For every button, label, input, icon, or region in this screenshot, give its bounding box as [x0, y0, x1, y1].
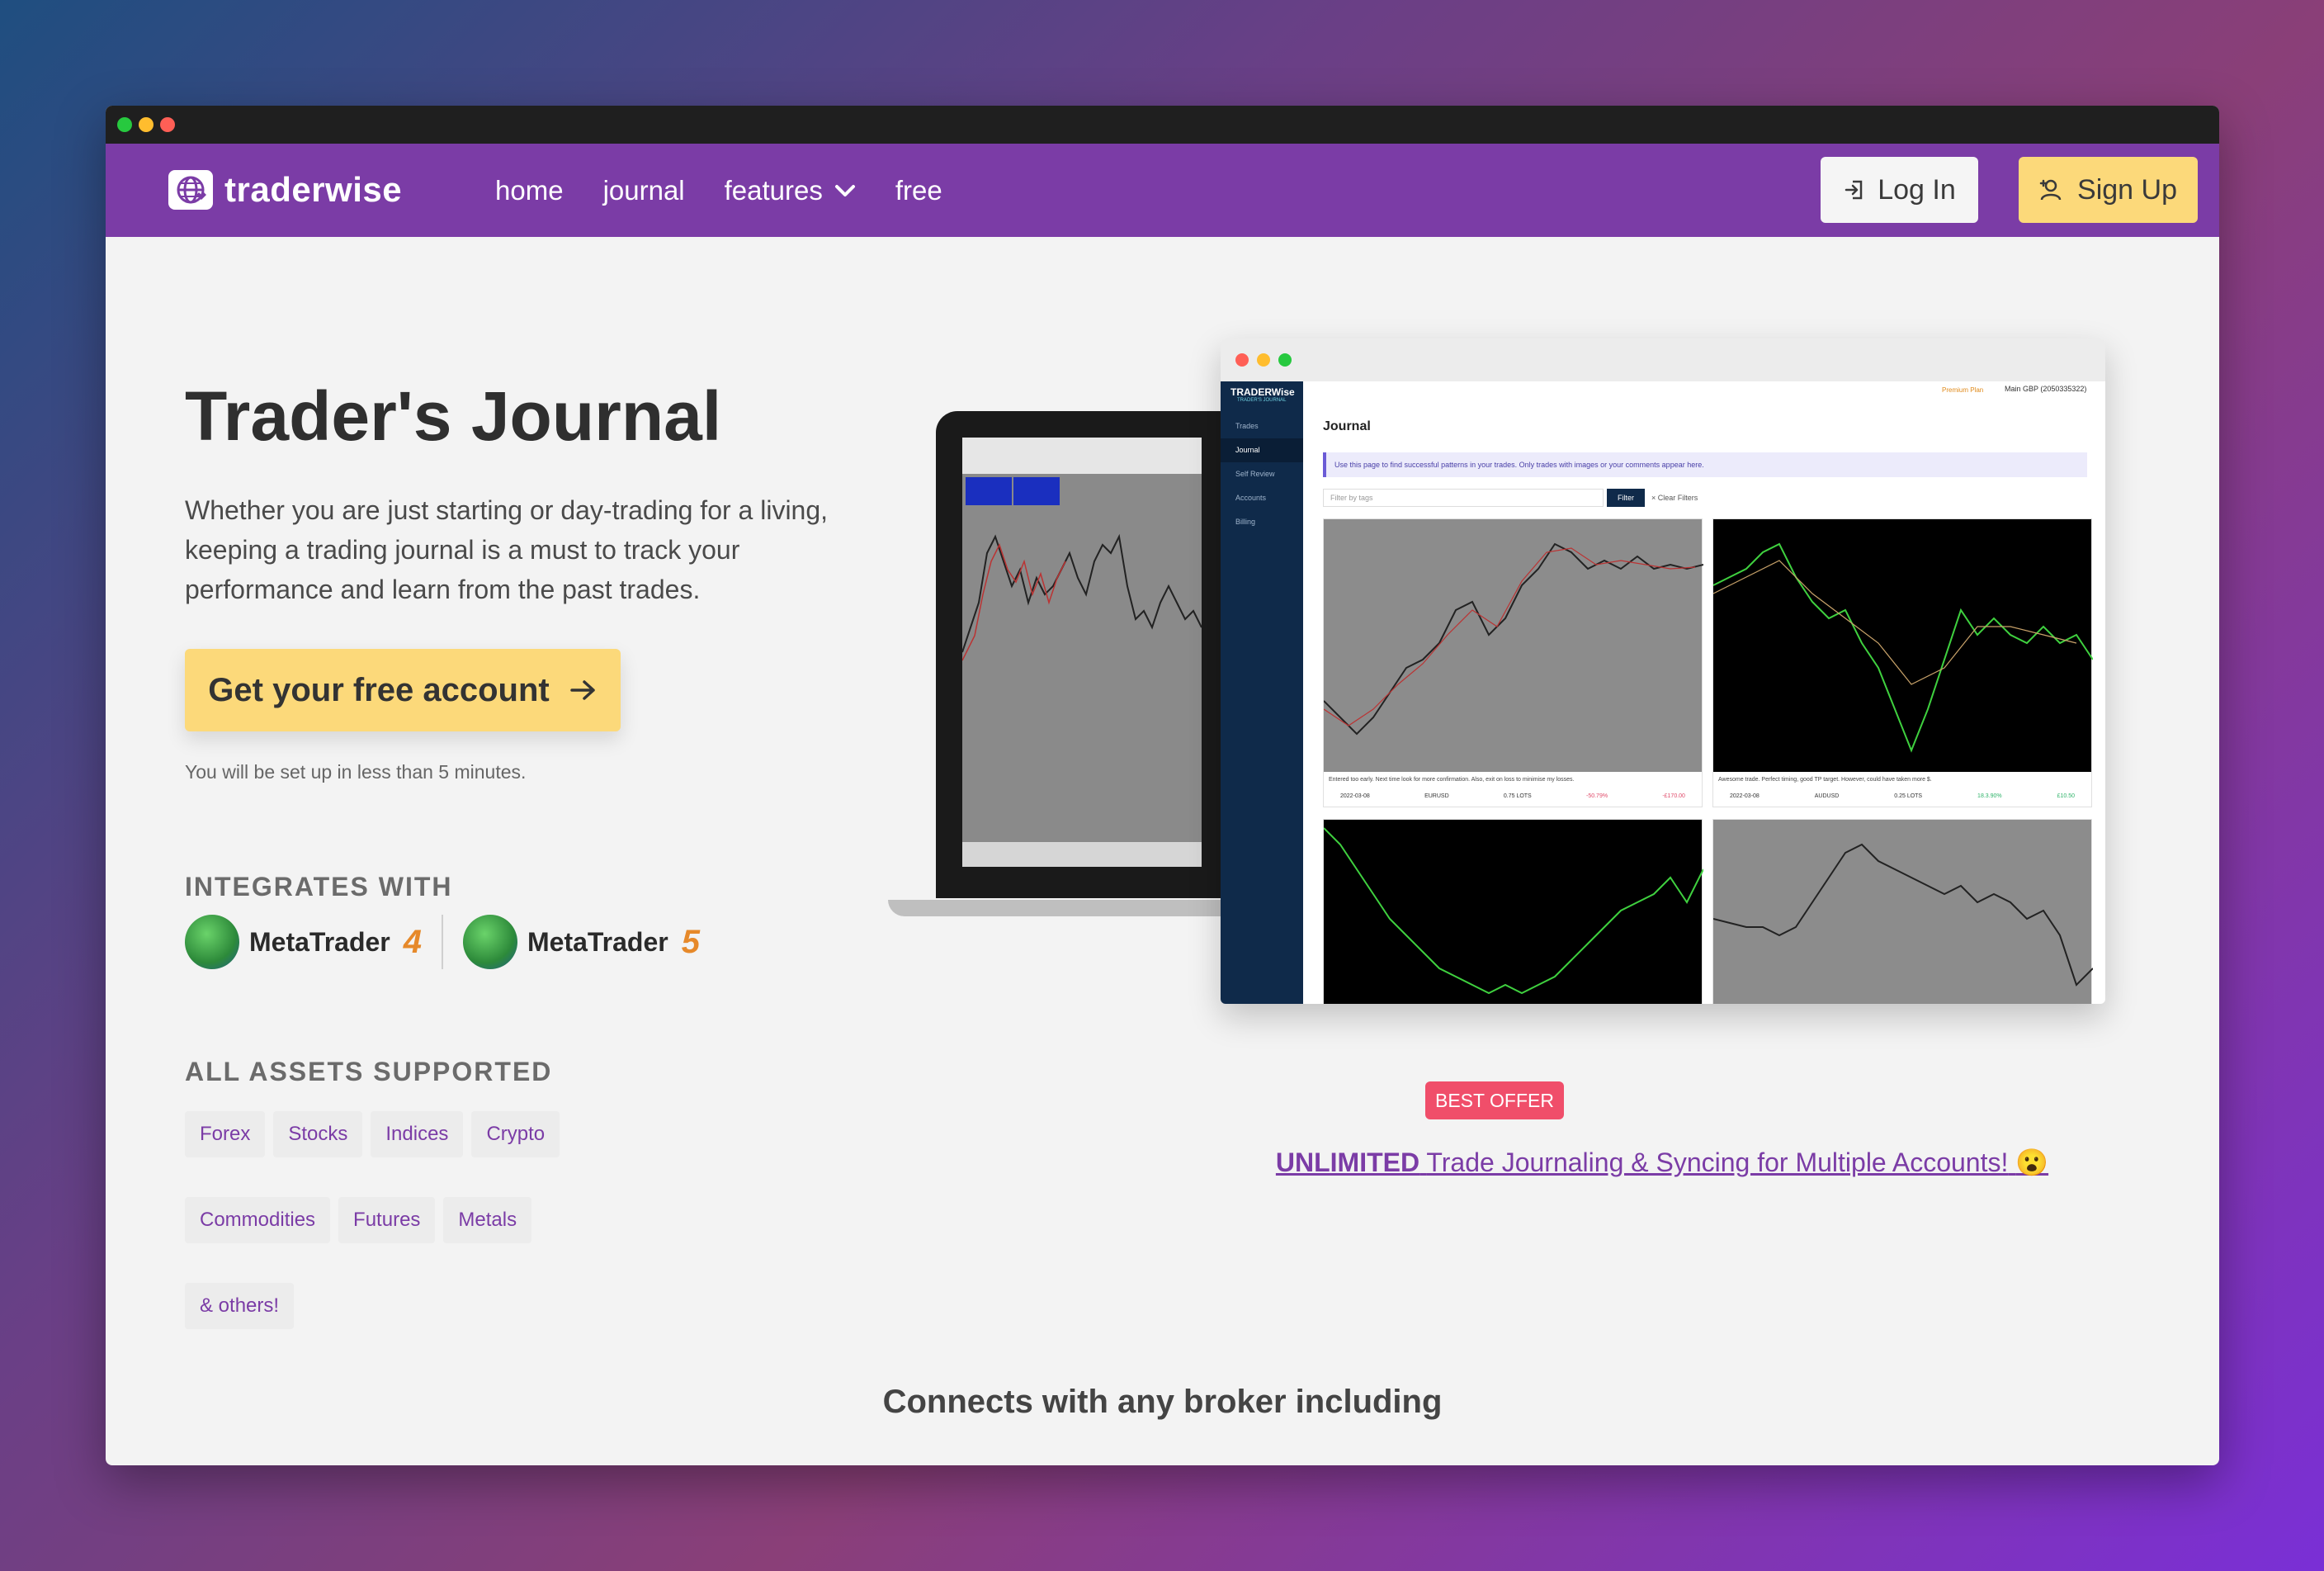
- get-free-account-button[interactable]: Get your free account: [185, 649, 621, 731]
- metatrader-globe-icon: [185, 915, 239, 969]
- app-preview-sidebar: TRADERWise TRADER'S JOURNAL Trades Journ…: [1221, 381, 1303, 1004]
- user-plus-icon: [2039, 179, 2062, 201]
- journal-card-pct: 18.3.90%: [1977, 793, 2002, 799]
- asset-tags: Forex Stocks Indices Crypto Commodities …: [185, 1111, 614, 1329]
- asset-tag-futures: Futures: [338, 1197, 436, 1243]
- chevron-down-icon: [834, 185, 855, 196]
- top-navigation: traderwise home journal features free Lo…: [106, 144, 2219, 237]
- journal-card-pnl: -£170.00: [1662, 793, 1685, 799]
- main-menu: home journal features free: [495, 175, 942, 206]
- app-filter-button: Filter: [1607, 489, 1645, 507]
- log-in-icon: [1845, 180, 1863, 200]
- brand-name: traderwise: [224, 170, 403, 209]
- asset-tag-commodities: Commodities: [185, 1197, 331, 1243]
- nav-link-journal[interactable]: journal: [603, 175, 685, 206]
- metatrader-globe-icon: [462, 915, 517, 969]
- setup-note: You will be set up in less than 5 minute…: [185, 761, 527, 783]
- window-titlebar: [106, 106, 2219, 144]
- app-sidebar-trades: Trades: [1235, 422, 1259, 430]
- asset-tag-crypto: Crypto: [471, 1111, 560, 1157]
- app-preview-brand: TRADERWise: [1230, 386, 1295, 398]
- journal-card-pair: AUDUSD: [1814, 793, 1840, 799]
- astonished-face-icon: 😮: [2015, 1147, 2049, 1177]
- page-title: Trader's Journal: [185, 377, 722, 455]
- app-clear-filters: × Clear Filters: [1651, 494, 1698, 502]
- app-preview-window: TRADERWise TRADER'S JOURNAL Trades Journ…: [1221, 338, 2105, 1004]
- journal-card-stats: 2022-03-08 EURUSD 0.75 LOTS -50.79% -£17…: [1340, 793, 1685, 799]
- metatrader-4-name: MetaTrader: [249, 926, 390, 957]
- logo-divider: [441, 915, 443, 969]
- offer-text: Trade Journaling & Syncing for Multiple …: [1426, 1147, 2009, 1177]
- globe-icon: [168, 170, 213, 210]
- window-close-button[interactable]: [160, 117, 175, 132]
- app-sidebar-accounts: Accounts: [1235, 494, 1267, 502]
- journal-card-pct: -50.79%: [1585, 793, 1608, 799]
- app-sidebar-billing: Billing: [1235, 518, 1256, 526]
- journal-card-date: 2022-03-08: [1340, 793, 1370, 799]
- app-sidebar-journal: Journal: [1221, 438, 1303, 462]
- integration-logos: MetaTrader 4 MetaTrader 5: [185, 915, 700, 969]
- browser-window: traderwise home journal features free Lo…: [106, 106, 2219, 1465]
- connects-heading: Connects with any broker including: [882, 1384, 1443, 1420]
- metatrader-5-logo: MetaTrader 5: [462, 915, 700, 969]
- journal-card: [1323, 819, 1704, 1004]
- login-button[interactable]: Log In: [1821, 157, 1978, 223]
- asset-tag-stocks: Stocks: [273, 1111, 363, 1157]
- journal-card-stats: 2022-03-08 AUDUSD 0.25 LOTS 18.3.90% £10…: [1730, 793, 2075, 799]
- journal-card: [1712, 819, 2094, 1004]
- brand-logo[interactable]: traderwise: [168, 170, 402, 210]
- app-preview-main: Premium Plan Main GBP (2050335322) Journ…: [1303, 381, 2105, 1004]
- metatrader-4-version: 4: [403, 923, 422, 960]
- journal-card-chart: [1323, 820, 1704, 1004]
- laptop-base: [888, 900, 1251, 916]
- nav-link-free[interactable]: free: [895, 175, 942, 206]
- app-info-banner: Use this page to find successful pattern…: [1323, 452, 2087, 477]
- asset-tag-others: & others!: [185, 1283, 295, 1329]
- metatrader-screenshot: [962, 438, 1202, 867]
- journal-card-note: Awesome trade. Perfect timing, good TP t…: [1718, 777, 1932, 783]
- asset-tag-forex: Forex: [185, 1111, 266, 1157]
- app-filter-input: Filter by tags: [1323, 489, 1604, 507]
- asset-tag-indices: Indices: [371, 1111, 464, 1157]
- hero-description: Whether you are just starting or day-tra…: [185, 495, 829, 604]
- metatrader-4-logo: MetaTrader 4: [185, 915, 422, 969]
- journal-card-note: Entered too early. Next time look for mo…: [1329, 777, 1575, 783]
- journal-card-date: 2022-03-08: [1730, 793, 1760, 799]
- app-plan-badge: Premium Plan: [1942, 386, 1984, 394]
- journal-card-chart: [1323, 519, 1704, 772]
- best-offer-badge: BEST OFFER: [1425, 1081, 1564, 1119]
- metatrader-5-name: MetaTrader: [527, 926, 668, 957]
- signup-button[interactable]: Sign Up: [2019, 157, 2198, 223]
- journal-card-pnl: £10.50: [2057, 793, 2075, 799]
- journal-card-lots: 0.75 LOTS: [1503, 793, 1532, 799]
- offer-highlight: UNLIMITED: [1275, 1147, 1420, 1177]
- asset-tag-metals: Metals: [443, 1197, 532, 1243]
- app-preview-brand-sub: TRADER'S JOURNAL: [1237, 398, 1287, 403]
- app-sidebar-self-review: Self Review: [1235, 470, 1275, 478]
- window-maximize-button[interactable]: [117, 117, 132, 132]
- app-preview-heading: Journal: [1323, 419, 1371, 433]
- journal-card-chart: [1712, 820, 2094, 1004]
- journal-card-chart: [1712, 519, 2094, 772]
- nav-link-home[interactable]: home: [495, 175, 564, 206]
- signup-button-label: Sign Up: [2077, 173, 2177, 206]
- journal-card-lots: 0.25 LOTS: [1894, 793, 1923, 799]
- offer-link[interactable]: UNLIMITED Trade Journaling & Syncing for…: [1221, 1143, 2104, 1182]
- integrates-heading: INTEGRATES WITH: [185, 872, 453, 901]
- window-minimize-button[interactable]: [139, 117, 154, 132]
- app-account-select: Main GBP (2050335322): [2005, 385, 2087, 393]
- nav-link-features-label: features: [724, 175, 823, 206]
- journal-card: Entered too early. Next time look for mo…: [1323, 518, 1704, 807]
- metatrader-5-version: 5: [681, 923, 700, 960]
- cta-label: Get your free account: [208, 671, 550, 708]
- journal-card: Awesome trade. Perfect timing, good TP t…: [1712, 518, 2094, 807]
- app-preview-titlebar: [1221, 338, 2105, 381]
- journal-card-pair: EURUSD: [1424, 793, 1449, 799]
- arrow-right-icon: [569, 680, 595, 700]
- login-button-label: Log In: [1878, 173, 1956, 206]
- assets-heading: ALL ASSETS SUPPORTED: [185, 1057, 553, 1086]
- nav-link-features[interactable]: features: [725, 175, 856, 206]
